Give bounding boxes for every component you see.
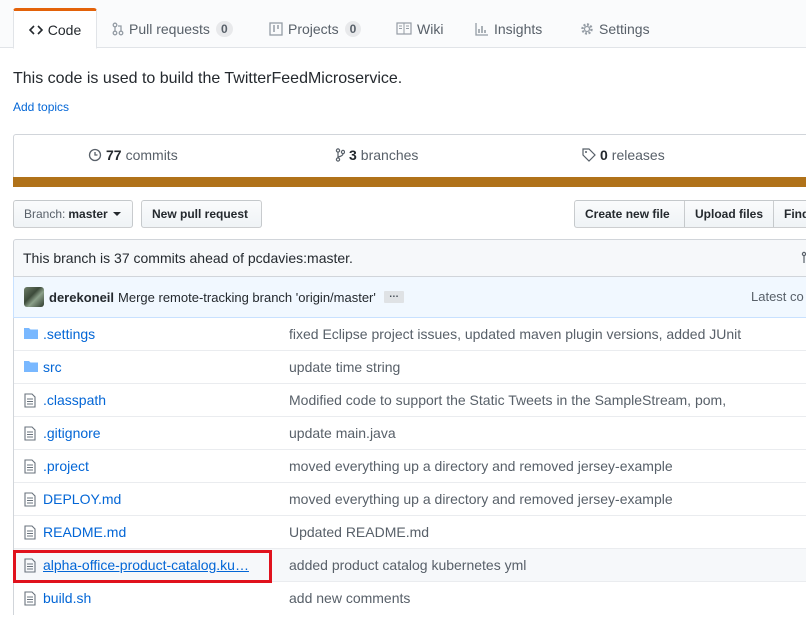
git-branch-icon [335,148,345,162]
latest-commit-bar: derekoneil Merge remote-tracking branch … [13,277,806,318]
avatar[interactable] [24,287,44,307]
repo-description: This code is used to build the TwitterFe… [13,70,403,87]
tab-projects[interactable]: Projects 0 [269,8,362,49]
project-icon [269,21,283,36]
branch-name: master [68,207,108,221]
branch-select-button[interactable]: Branch: master [13,200,133,228]
repo-nav-tabs: Code Pull requests 0 Projects 0 Wiki Ins… [0,0,806,49]
file-link[interactable]: src [43,359,62,375]
tab-settings-label: Settings [599,20,650,37]
folder-icon [24,360,38,372]
table-row: .settings fixed Eclipse project issues, … [14,318,806,351]
code-icon [28,24,43,36]
branches-stat[interactable]: 3 branches [335,147,418,163]
language-bar[interactable] [13,177,806,187]
highlight-annotation-box [13,550,272,583]
pull-requests-counter: 0 [215,20,233,37]
graph-icon [475,22,489,36]
file-icon [24,525,36,540]
table-row: .project moved everything up a directory… [14,450,806,483]
tab-wiki-label: Wiki [417,20,444,37]
projects-counter: 0 [344,20,362,37]
tag-icon [582,148,596,162]
tab-insights-label: Insights [494,20,543,37]
file-commit-message[interactable]: Updated README.md [289,524,429,540]
table-row: .gitignore update main.java [14,417,806,450]
tab-projects-label: Projects [288,20,339,37]
branches-label: branches [360,147,419,163]
pull-request-icon [112,22,124,36]
commit-message[interactable]: Merge remote-tracking branch 'origin/mas… [118,290,376,305]
latest-commit-label: Latest co [751,289,804,304]
branch-info-text: This branch is 37 commits ahead of pcdav… [23,250,353,266]
tab-code[interactable]: Code [13,8,97,49]
tab-insights[interactable]: Insights [475,8,542,49]
file-link[interactable]: README.md [43,524,126,540]
chevron-down-icon [112,212,121,216]
file-link[interactable]: .classpath [43,392,106,408]
gear-icon [580,22,594,36]
file-icon [24,591,36,606]
file-link[interactable]: DEPLOY.md [43,491,121,507]
file-icon [24,459,36,474]
table-row: .classpath Modified code to support the … [14,384,806,417]
file-commit-message[interactable]: moved everything up a directory and remo… [289,491,673,507]
file-commit-message[interactable]: fixed Eclipse project issues, updated ma… [289,326,741,342]
branch-info-bar: This branch is 37 commits ahead of pcdav… [13,239,806,277]
branch-prefix: Branch: [24,207,66,221]
file-commit-message[interactable]: Modified code to support the Static Twee… [289,392,726,408]
create-new-file-button[interactable]: Create new file [574,200,685,228]
upload-files-button[interactable]: Upload files [685,200,774,228]
file-link[interactable]: .project [43,458,89,474]
add-topics-link[interactable]: Add topics [13,100,69,114]
releases-label: releases [611,147,665,163]
releases-stat[interactable]: 0 releases [582,147,665,163]
table-row: README.md Updated README.md [14,516,806,549]
table-row: src update time string [14,351,806,384]
table-row: DEPLOY.md moved everything up a director… [14,483,806,516]
file-link[interactable]: .gitignore [43,425,101,441]
branches-count: 3 [349,147,357,163]
commit-author[interactable]: derekoneil [49,290,114,305]
releases-count: 0 [600,147,608,163]
compare-icon[interactable] [801,251,806,268]
tab-settings[interactable]: Settings [580,8,650,49]
book-icon [396,22,412,35]
find-file-button[interactable]: Find [774,200,806,228]
new-pull-request-button[interactable]: New pull request [141,200,262,228]
table-row: build.sh add new comments [14,582,806,615]
file-commit-message[interactable]: add new comments [289,590,410,606]
tab-pull-requests[interactable]: Pull requests 0 [112,8,233,49]
history-icon [88,148,102,162]
commits-label: commits [125,147,178,163]
commits-stat[interactable]: 77 commits [88,147,178,163]
tab-wiki[interactable]: Wiki [396,8,443,49]
file-link[interactable]: build.sh [43,590,91,606]
folder-icon [24,327,38,339]
file-commit-message[interactable]: moved everything up a directory and remo… [289,458,673,474]
repo-summary: 77 commits 3 branches 0 releases [13,134,806,187]
file-commit-message[interactable]: added product catalog kubernetes yml [289,557,526,573]
tab-pull-requests-label: Pull requests [129,20,210,37]
file-icon [24,426,36,441]
file-link[interactable]: .settings [43,326,95,342]
commits-count: 77 [106,147,122,163]
file-icon [24,492,36,507]
tab-code-label: Code [47,21,82,38]
file-commit-message[interactable]: update main.java [289,425,396,441]
expand-commit-button[interactable]: … [383,290,404,303]
file-icon [24,393,36,408]
file-commit-message[interactable]: update time string [289,359,400,375]
